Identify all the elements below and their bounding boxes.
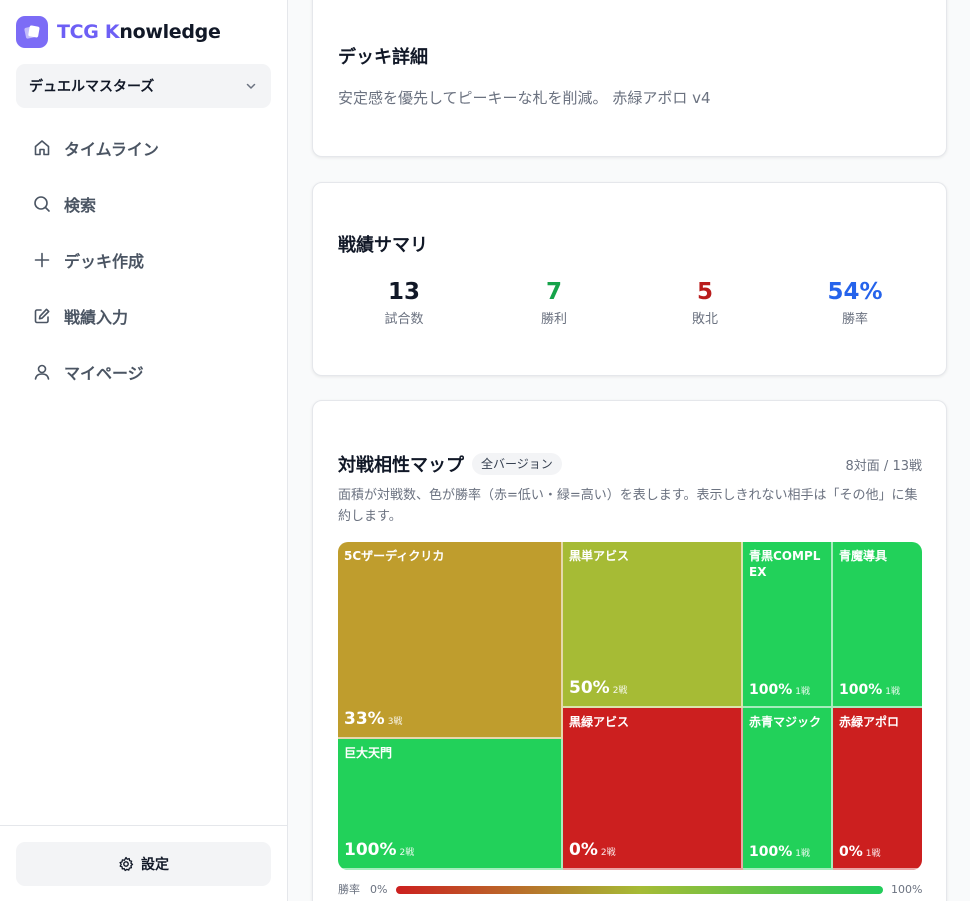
gear-icon xyxy=(119,856,134,872)
cell-name: 黒単アビス xyxy=(569,549,630,563)
cell-name: 巨大天門 xyxy=(344,746,393,760)
stat-value: 5 xyxy=(696,279,713,305)
treemap-cell[interactable]: 青黒COMPLEX 100% 1戦 xyxy=(743,542,833,708)
search-icon xyxy=(34,196,50,212)
sidebar-item-label: デッキ作成 xyxy=(64,252,145,271)
cell-stat: 0% 1戦 xyxy=(839,844,881,860)
treemap-cell[interactable]: 赤青マジック 100% 1戦 xyxy=(743,708,833,870)
legend-min: 0% xyxy=(370,883,388,896)
sidebar-item-mypage[interactable]: マイページ xyxy=(16,344,271,400)
stat-label: 敗北 xyxy=(691,312,718,327)
game-select[interactable]: デュエルマスターズ xyxy=(16,64,271,108)
cell-stat: 100% 1戦 xyxy=(749,682,810,698)
plus-icon xyxy=(34,252,50,268)
settings-label: 設定 xyxy=(141,857,169,873)
cell-name: 赤緑アポロ xyxy=(839,715,900,729)
matchup-description: 面積が対戦数、色が勝率（赤=低い・緑=高い）を表します。表示しきれない相手は「そ… xyxy=(338,488,918,524)
treemap-cell[interactable]: 黒緑アビス 0% 2戦 xyxy=(563,708,743,870)
cell-stat: 50% 2戦 xyxy=(569,678,628,698)
deck-detail-title: デッキ詳細 xyxy=(338,47,428,68)
cell-stat: 0% 2戦 xyxy=(569,840,616,860)
cell-name: 5Cザーディクリカ xyxy=(344,549,445,563)
summary-card: 戦績サマリ 13 試合数 7 勝利 5 敗北 54% 勝率 xyxy=(312,182,947,376)
treemap-cell[interactable]: 赤緑アポロ 0% 1戦 xyxy=(833,708,922,870)
sidebar: TCG Knowledge デュエルマスターズ タイムライン 検索 デッキ作成 … xyxy=(0,0,288,901)
sidebar-item-label: タイムライン xyxy=(64,140,159,159)
cell-stat: 100% 2戦 xyxy=(344,840,415,860)
sidebar-item-label: 戦績入力 xyxy=(64,308,129,327)
treemap-cell[interactable]: 黒単アビス 50% 2戦 xyxy=(563,542,743,708)
matchup-treemap: 5Cザーディクリカ 33% 3戦 巨大天門 100% 2戦 黒単アビス 50% 2戦 … xyxy=(338,542,922,870)
user-icon xyxy=(34,364,50,380)
sidebar-item-label: マイページ xyxy=(64,364,144,383)
chevron-down-icon xyxy=(246,83,256,89)
stat-wins: 7 勝利 xyxy=(479,279,629,327)
matchup-card: 対戦相性マップ 全バージョン 8対面 / 13戦 面積が対戦数、色が勝率（赤=低… xyxy=(312,400,947,901)
sidebar-item-label: 検索 xyxy=(64,196,97,215)
summary-title: 戦績サマリ xyxy=(338,235,428,256)
matchup-title: 対戦相性マップ xyxy=(338,455,464,476)
deck-description: 安定感を優先してピーキーな札を削減。 赤緑アポロ v4 xyxy=(338,89,711,107)
cell-name: 青魔導具 xyxy=(839,549,888,563)
brand[interactable]: TCG Knowledge xyxy=(16,16,221,48)
legend-gradient-bar xyxy=(396,886,883,894)
matchup-count: 8対面 / 13戦 xyxy=(845,459,922,474)
treemap-cell[interactable]: 巨大天門 100% 2戦 xyxy=(338,739,563,870)
stat-total: 13 試合数 xyxy=(329,279,479,327)
stat-winrate: 54% 勝率 xyxy=(780,279,930,327)
sidebar-nav: タイムライン 検索 デッキ作成 戦績入力 マイページ xyxy=(16,120,271,400)
deck-detail-card: デッキ詳細 安定感を優先してピーキーな札を削減。 赤緑アポロ v4 xyxy=(312,0,947,157)
treemap-cell[interactable]: 5Cザーディクリカ 33% 3戦 xyxy=(338,542,563,739)
stat-value: 13 xyxy=(387,279,420,305)
edit-icon xyxy=(34,308,50,324)
sidebar-footer: 設定 xyxy=(0,825,287,901)
stat-value: 54% xyxy=(827,279,883,305)
game-select-value: デュエルマスターズ xyxy=(29,79,155,95)
cards-icon xyxy=(16,16,48,48)
sidebar-item-search[interactable]: 検索 xyxy=(16,176,271,232)
sidebar-item-record-input[interactable]: 戦績入力 xyxy=(16,288,271,344)
cell-stat: 33% 3戦 xyxy=(344,709,403,729)
brand-name: TCG Knowledge xyxy=(57,21,221,43)
legend-label: 勝率 xyxy=(338,883,360,896)
treemap-cell[interactable]: 青魔導具 100% 1戦 xyxy=(833,542,922,708)
settings-button[interactable]: 設定 xyxy=(16,842,271,886)
version-badge[interactable]: 全バージョン xyxy=(472,453,562,475)
cell-stat: 100% 1戦 xyxy=(749,844,810,860)
winrate-legend: 勝率 0% 100% xyxy=(338,883,923,897)
stat-label: 試合数 xyxy=(384,312,424,327)
cell-name: 赤青マジック xyxy=(749,715,822,729)
sidebar-item-create-deck[interactable]: デッキ作成 xyxy=(16,232,271,288)
home-icon xyxy=(34,140,50,156)
legend-max: 100% xyxy=(891,883,923,896)
stat-value: 7 xyxy=(545,279,562,305)
cell-name: 青黒COMPLEX xyxy=(749,549,821,579)
stat-label: 勝率 xyxy=(841,312,868,327)
cell-name: 黒緑アビス xyxy=(569,715,630,729)
stat-losses: 5 敗北 xyxy=(630,279,780,327)
sidebar-item-timeline[interactable]: タイムライン xyxy=(16,120,271,176)
cell-stat: 100% 1戦 xyxy=(839,682,900,698)
stat-label: 勝利 xyxy=(540,312,567,327)
